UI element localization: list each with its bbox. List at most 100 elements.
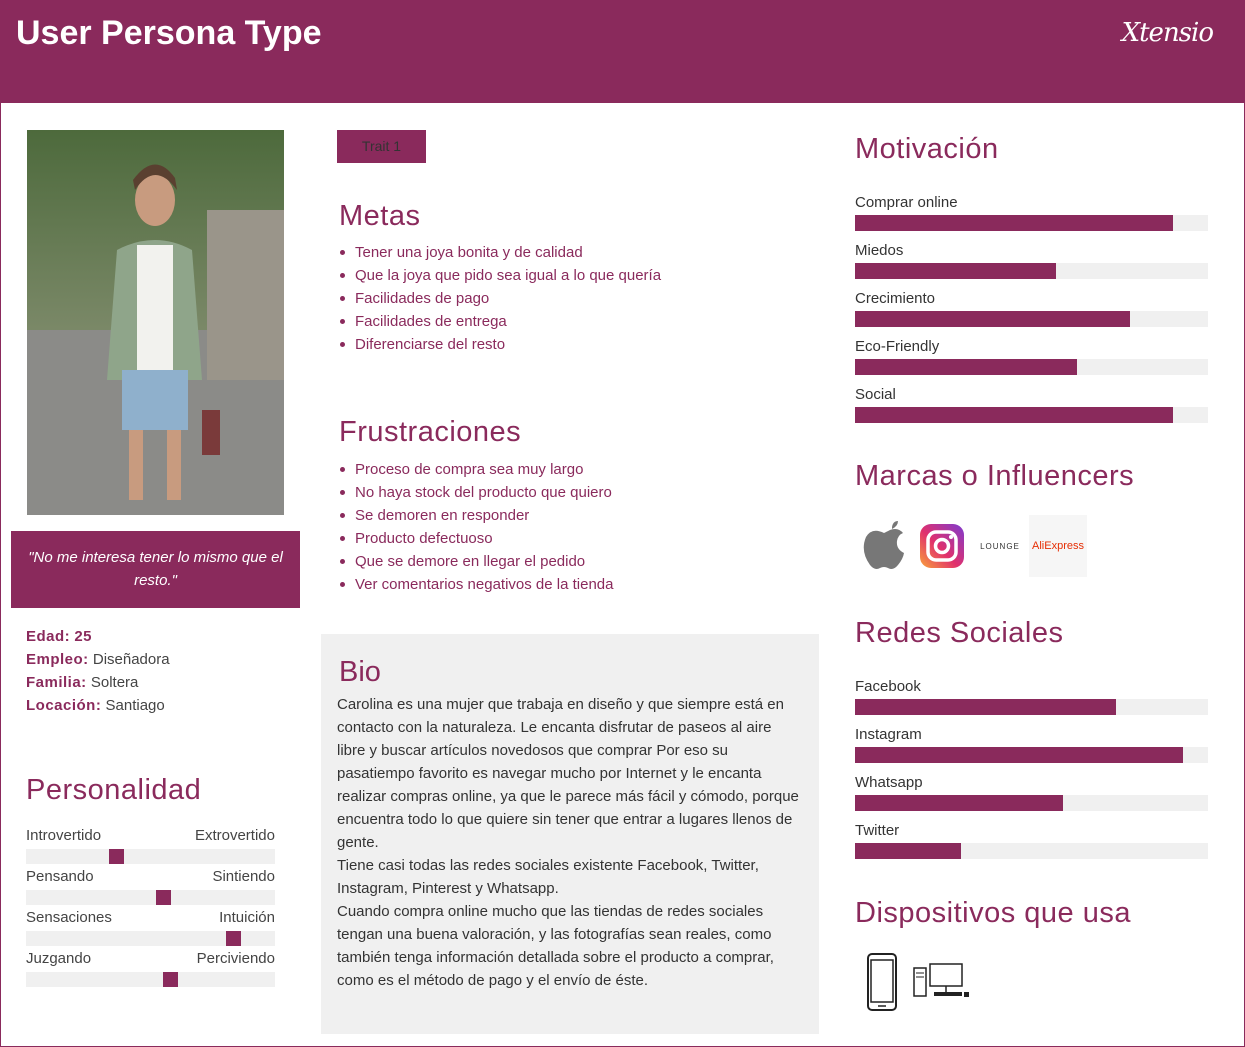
- frustrations-list: Proceso de compra sea muy largo No haya …: [339, 458, 614, 596]
- list-item: No haya stock del producto que quiero: [339, 481, 614, 504]
- bar-track: [855, 699, 1208, 715]
- smartphone-icon: [862, 952, 902, 1017]
- bar-track: [855, 215, 1208, 231]
- personality-scales: Introvertido Extrovertido Pensando Sintien…: [26, 827, 275, 991]
- persona-photo: [27, 130, 284, 515]
- bar-label: Eco-Friendly: [855, 338, 940, 355]
- bio-title: Bio: [339, 656, 381, 688]
- social-row: Twitter: [855, 819, 1208, 867]
- lounge-logo-icon: LOUNGE: [980, 541, 1020, 551]
- bar-label: Whatsapp: [855, 774, 923, 791]
- aliexpress-logo-icon: AliExpress: [1029, 515, 1087, 577]
- bar-track: [855, 843, 1208, 859]
- bar-track: [855, 795, 1208, 811]
- bar-fill: [855, 215, 1173, 231]
- bio-text: Carolina es una mujer que trabaja en dis…: [337, 696, 799, 989]
- bar-fill: [855, 359, 1078, 375]
- trait-tag[interactable]: Trait 1: [337, 130, 426, 163]
- bar-label: Crecimiento: [855, 290, 936, 307]
- bar-label: Comprar online: [855, 194, 958, 211]
- desktop-computer-icon: [912, 962, 972, 1007]
- header: User Persona Type Xtensio: [0, 0, 1245, 103]
- list-item: Se demoren en responder: [339, 504, 614, 527]
- personality-scale: Sensaciones Intuición: [26, 909, 275, 950]
- list-item: Proceso de compra sea muy largo: [339, 458, 614, 481]
- bar-track: [855, 359, 1208, 375]
- social-row: Whatsapp: [855, 771, 1208, 819]
- motivation-row: Eco-Friendly: [855, 335, 1208, 383]
- scale-marker: [225, 931, 241, 946]
- personality-scale: Juzgando Perciviendo: [26, 950, 275, 991]
- brands-title: Marcas o Influencers: [855, 460, 1135, 492]
- bar-fill: [855, 263, 1057, 279]
- info-value: 25: [74, 628, 93, 645]
- motivation-row: Social: [855, 383, 1208, 431]
- bar-label: Twitter: [855, 822, 900, 839]
- bar-fill: [855, 699, 1117, 715]
- goals-title: Metas: [339, 200, 421, 232]
- info-value: Diseñadora: [92, 651, 170, 668]
- bar-track: [855, 747, 1208, 763]
- scale-track: [26, 972, 275, 987]
- bar-fill: [855, 843, 961, 859]
- motivation-row: Miedos: [855, 239, 1208, 287]
- scale-right-label: Sintiendo: [212, 868, 275, 885]
- info-value: Soltera: [90, 674, 139, 691]
- list-item: Tener una joya bonita y de calidad: [339, 241, 661, 264]
- scale-left-label: Introvertido: [26, 827, 102, 844]
- social-row: Facebook: [855, 675, 1208, 723]
- bar-label: Instagram: [855, 726, 922, 743]
- persona-quote: "No me interesa tener lo mismo que el re…: [11, 531, 300, 608]
- scale-right-label: Intuición: [219, 909, 275, 926]
- bar-fill: [855, 795, 1064, 811]
- devices-list: [862, 952, 972, 1017]
- devices-title: Dispositivos que usa: [855, 897, 1131, 929]
- bar-track: [855, 263, 1208, 279]
- scale-marker: [163, 972, 179, 987]
- list-item: Producto defectuoso: [339, 527, 614, 550]
- info-row: Edad: 25: [26, 625, 170, 648]
- persona-info: Edad: 25 Empleo: Diseñadora Familia: Sol…: [26, 625, 170, 717]
- bar-fill: [855, 747, 1184, 763]
- bar-track: [855, 407, 1208, 423]
- scale-marker: [108, 849, 124, 864]
- social-bars: Facebook Instagram Whatsapp Twitter: [855, 675, 1208, 867]
- social-title: Redes Sociales: [855, 617, 1064, 649]
- social-row: Instagram: [855, 723, 1208, 771]
- bar-label: Facebook: [855, 678, 921, 695]
- bar-label: Social: [855, 386, 896, 403]
- list-item: Facilidades de pago: [339, 287, 661, 310]
- bar-fill: [855, 311, 1131, 327]
- list-item: Diferenciarse del resto: [339, 333, 661, 356]
- scale-track: [26, 890, 275, 905]
- scale-left-label: Pensando: [26, 868, 94, 885]
- frustrations-title: Frustraciones: [339, 416, 522, 448]
- page-title: User Persona Type: [16, 14, 322, 52]
- info-row: Empleo: Diseñadora: [26, 648, 170, 671]
- list-item: Facilidades de entrega: [339, 310, 661, 333]
- bar-track: [855, 311, 1208, 327]
- brands-list: LOUNGE AliExpress: [855, 515, 1087, 577]
- info-key: Empleo:: [26, 651, 89, 668]
- motivation-row: Crecimiento: [855, 287, 1208, 335]
- bar-fill: [855, 407, 1173, 423]
- scale-right-label: Extrovertido: [194, 827, 275, 844]
- motivation-bars: Comprar online Miedos Crecimiento Eco-Fr…: [855, 191, 1208, 431]
- motivation-title: Motivación: [855, 133, 999, 165]
- personality-scale: Pensando Sintiendo: [26, 868, 275, 909]
- personality-title: Personalidad: [26, 774, 202, 806]
- apple-logo-icon: [855, 517, 913, 575]
- brand-logo: Xtensio: [1121, 18, 1214, 48]
- list-item: Ver comentarios negativos de la tienda: [339, 573, 614, 596]
- scale-track: [26, 931, 275, 946]
- scale-left-label: Juzgando: [26, 950, 92, 967]
- list-item: Que se demore en llegar el pedido: [339, 550, 614, 573]
- scale-left-label: Sensaciones: [26, 909, 112, 926]
- info-row: Familia: Soltera: [26, 671, 170, 694]
- scale-right-label: Perciviendo: [196, 950, 275, 967]
- info-value: Santiago: [105, 697, 165, 714]
- info-key: Familia:: [26, 674, 87, 691]
- bar-label: Miedos: [855, 242, 904, 259]
- info-row: Locación: Santiago: [26, 694, 170, 717]
- scale-marker: [155, 890, 171, 905]
